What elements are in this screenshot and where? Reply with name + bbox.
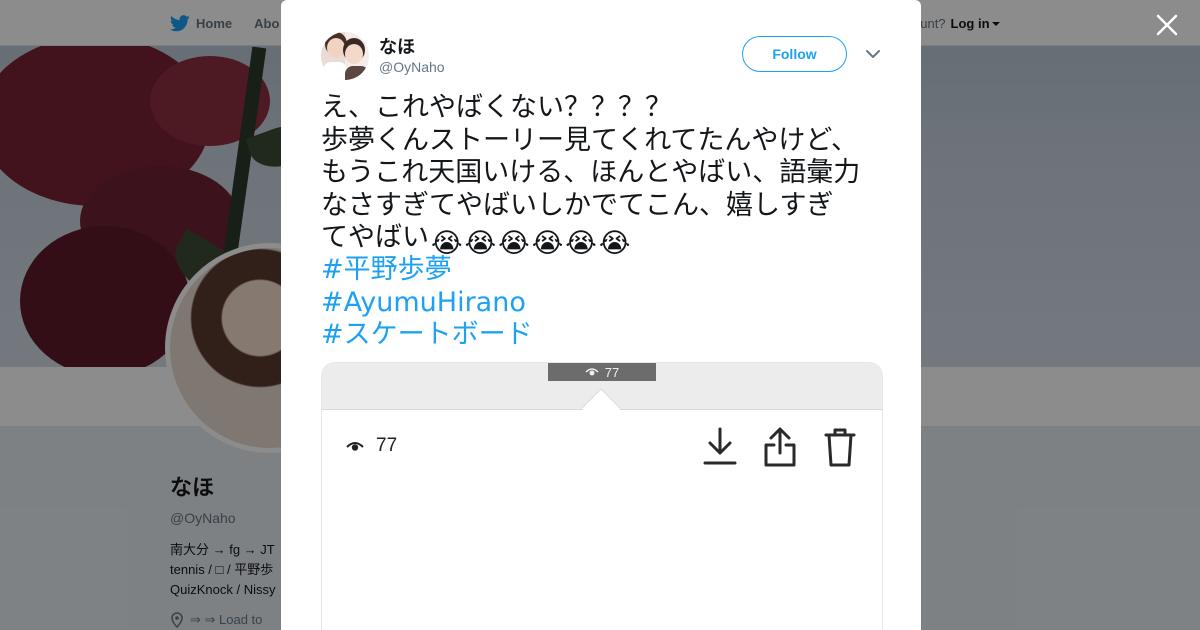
media-view-count-text: 77: [376, 435, 398, 456]
media-tooltip-count: 77: [604, 364, 620, 380]
hashtag-link[interactable]: #スケートボード: [321, 319, 533, 352]
tweet-author-avatar[interactable]: [321, 32, 369, 80]
tweet-author-name[interactable]: なほ: [379, 33, 415, 59]
crying-face-emoji-icon: 😭: [598, 228, 631, 259]
download-icon[interactable]: [700, 425, 740, 469]
avatar-body-shape: [323, 62, 347, 80]
tweet-media-image[interactable]: 77 77: [321, 362, 883, 630]
avatar-face-shape: [345, 44, 363, 64]
hashtag-link[interactable]: #平野歩夢: [321, 254, 533, 287]
share-icon[interactable]: [760, 425, 800, 469]
tweet-author-handle[interactable]: @OyNaho: [379, 59, 445, 75]
crying-face-emoji-icon: 😭: [531, 228, 564, 259]
avatar-body-shape: [345, 66, 369, 80]
eye-icon: [346, 442, 364, 451]
chevron-down-icon[interactable]: [864, 46, 882, 62]
avatar-face-shape: [327, 38, 345, 58]
tweet-modal: なほ @OyNaho Follow え、これやばくない？？？？ 歩夢くんストーリ…: [281, 0, 921, 630]
media-view-count: 77: [346, 435, 397, 457]
media-view-tooltip: 77: [548, 363, 656, 381]
tweet-hashtags: #平野歩夢 #AyumuHirano #スケートボード: [321, 254, 533, 352]
hashtag-link[interactable]: #AyumuHirano: [321, 287, 533, 320]
crying-face-emoji-icon: 😭: [565, 228, 597, 259]
close-icon[interactable]: [1154, 12, 1180, 38]
eye-icon: [585, 368, 599, 376]
tweet-text: え、これやばくない？？？？ 歩夢くんストーリー見てくれてたんやけど、 もうこれ天…: [321, 92, 891, 261]
follow-button[interactable]: Follow: [742, 36, 847, 72]
trash-icon[interactable]: [820, 425, 860, 469]
